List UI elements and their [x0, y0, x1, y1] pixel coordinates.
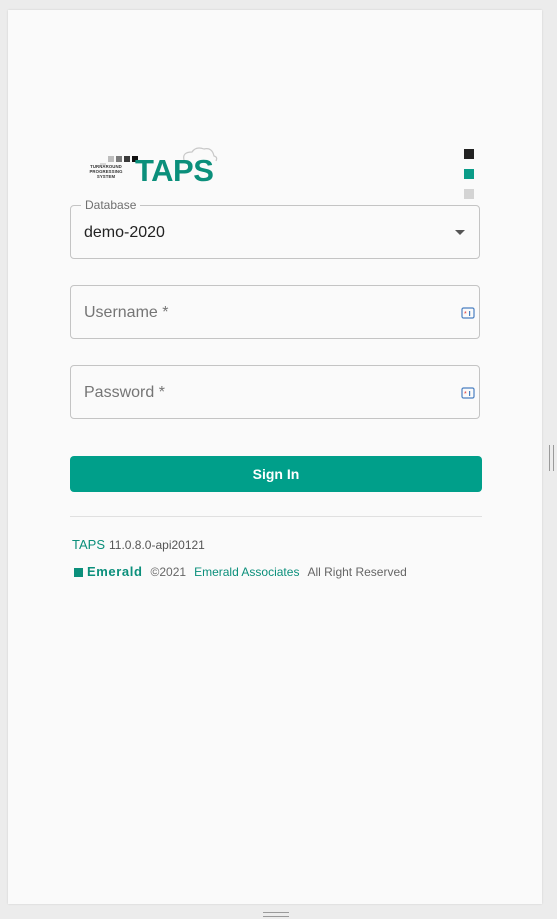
emerald-logo-text: Emerald	[87, 564, 143, 579]
svg-text:*: *	[464, 391, 467, 398]
sign-in-button[interactable]: Sign In	[70, 456, 482, 492]
taps-logo: TURNAROUND PROGRESSING SYSTEM TAPS	[80, 144, 222, 188]
username-placeholder: Username *	[84, 304, 169, 321]
version-number: 11.0.8.0-api20121	[109, 538, 205, 552]
svg-text:*: *	[464, 311, 467, 318]
version-info: TAPS 11.0.8.0-api20121	[72, 537, 205, 552]
company-link[interactable]: Emerald Associates	[194, 565, 299, 579]
brand-dots	[464, 149, 474, 209]
password-manager-icon[interactable]: *	[461, 306, 475, 320]
database-value: demo-2020	[84, 224, 165, 241]
brand-dot	[464, 189, 474, 199]
password-placeholder: Password *	[84, 384, 165, 401]
rights-text: All Right Reserved	[307, 565, 407, 579]
username-field[interactable]: Username * *	[70, 285, 480, 339]
footer: Emerald ©2021 Emerald Associates All Right …	[74, 564, 407, 579]
version-app-name: TAPS	[72, 537, 105, 552]
password-manager-icon[interactable]: *	[461, 386, 475, 400]
database-select[interactable]: Database demo-2020	[70, 198, 480, 259]
password-field[interactable]: Password * *	[70, 365, 480, 419]
emerald-logo-icon	[74, 568, 83, 577]
brand-dot	[464, 169, 474, 179]
resize-handle-right[interactable]	[549, 445, 554, 471]
logo-subtitle: TURNAROUND PROGRESSING SYSTEM	[80, 164, 132, 179]
logo-title: TAPS	[135, 153, 214, 188]
logo-subtitle-line: SYSTEM	[96, 174, 116, 179]
divider	[70, 516, 482, 517]
copyright-year: ©2021	[150, 565, 187, 579]
brand-dot	[464, 149, 474, 159]
chevron-down-icon[interactable]	[455, 230, 465, 235]
login-panel: TURNAROUND PROGRESSING SYSTEM TAPS Datab…	[8, 10, 542, 904]
resize-handle-bottom[interactable]	[263, 912, 289, 917]
database-label: Database	[81, 198, 141, 212]
